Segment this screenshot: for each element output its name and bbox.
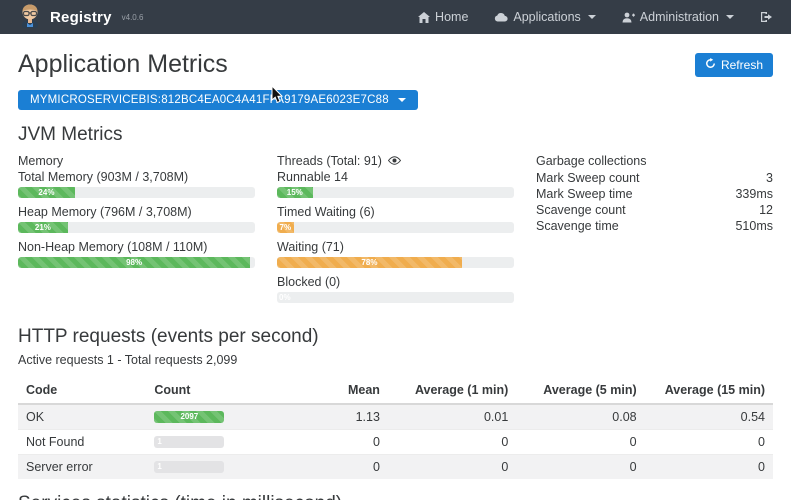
gc-title: Garbage collections [536,154,773,168]
chevron-down-icon [588,15,596,19]
gc-row-marksweep-time: Mark Sweep time339ms [536,186,773,202]
brand-version: v4.0.6 [122,13,144,22]
heap-memory-label: Heap Memory (796M / 3,708M) [18,205,255,219]
blocked-progressbar: 0% [277,292,514,303]
waiting-progressbar: 78% [277,257,514,268]
jvm-metrics-heading: JVM Metrics [18,124,773,146]
user-plus-icon [622,12,635,23]
brand-name: Registry [50,9,112,26]
threads-title: Threads (Total: 91) [277,154,382,168]
timed-waiting-label: Timed Waiting (6) [277,205,514,219]
nav-home[interactable]: Home [418,10,468,24]
refresh-icon [705,58,716,72]
http-requests-table: Code Count Mean Average (1 min) Average … [18,377,773,479]
timed-waiting-progressbar: 7% [277,222,514,233]
col-mean: Mean [275,377,388,404]
jhipster-avatar-icon [18,2,42,33]
refresh-button[interactable]: Refresh [695,53,773,77]
total-memory-label: Total Memory (903M / 3,708M) [18,170,255,184]
not-found-count-bar: 1 [154,436,224,448]
home-icon [418,12,430,23]
nav-home-label: Home [435,10,468,24]
gc-row-scavenge-count: Scavenge count12 [536,202,773,218]
nav-administration[interactable]: Administration [622,10,734,24]
gc-column: Garbage collections Mark Sweep count3 Ma… [536,154,773,310]
sign-out-button[interactable] [760,11,773,23]
nonheap-memory-label: Non-Heap Memory (108M / 110M) [18,240,255,254]
memory-title: Memory [18,154,255,168]
col-avg5: Average (5 min) [516,377,644,404]
total-memory-progressbar: 24% [18,187,255,198]
gc-row-marksweep-count: Mark Sweep count3 [536,170,773,186]
http-row-not-found: Not Found 1 0 0 0 0 [18,430,773,455]
runnable-label: Runnable 14 [277,170,514,184]
instance-selector-dropdown[interactable]: MYMICROSERVICEBIS:812BC4EA0C4A41FFA9179A… [18,90,418,110]
refresh-label: Refresh [721,58,763,72]
http-requests-subtitle: Active requests 1 - Total requests 2,099 [18,353,773,367]
runnable-progressbar: 15% [277,187,514,198]
nav-menu: Home Applications Administration [418,10,773,24]
main-content: Application Metrics Refresh MYMICROSERVI… [0,50,791,500]
page-title: Application Metrics [18,50,228,79]
services-statistics-heading: Services statistics (time in millisecond… [18,493,773,500]
col-code: Code [18,377,146,404]
http-row-ok: OK 2097 1.13 0.01 0.08 0.54 [18,404,773,430]
chevron-down-icon [726,15,734,19]
threads-column: Threads (Total: 91) Runnable 14 15% Time… [277,154,514,310]
nav-applications[interactable]: Applications [494,10,595,24]
http-requests-heading: HTTP requests (events per second) [18,326,773,348]
ok-count-bar: 2097 [154,411,224,423]
waiting-label: Waiting (71) [277,240,514,254]
gc-row-scavenge-time: Scavenge time510ms [536,218,773,234]
brand[interactable]: Registry v4.0.6 [18,2,143,33]
cloud-icon [494,12,508,22]
instance-selector-label: MYMICROSERVICEBIS:812BC4EA0C4A41FFA9179A… [30,94,389,106]
nonheap-memory-progressbar: 98% [18,257,255,268]
blocked-label: Blocked (0) [277,275,514,289]
col-avg15: Average (15 min) [645,377,773,404]
col-avg1: Average (1 min) [388,377,516,404]
chevron-down-icon [398,98,406,102]
nav-administration-label: Administration [640,10,719,24]
http-row-server-error: Server error 1 0 0 0 0 [18,455,773,480]
sign-out-icon [760,11,773,23]
server-error-count-bar: 1 [154,461,224,473]
eye-icon[interactable] [388,154,401,168]
navbar: Registry v4.0.6 Home Applications [0,0,791,34]
col-count: Count [146,377,274,404]
heap-memory-progressbar: 21% [18,222,255,233]
nav-applications-label: Applications [513,10,580,24]
memory-column: Memory Total Memory (903M / 3,708M) 24% … [18,154,255,310]
